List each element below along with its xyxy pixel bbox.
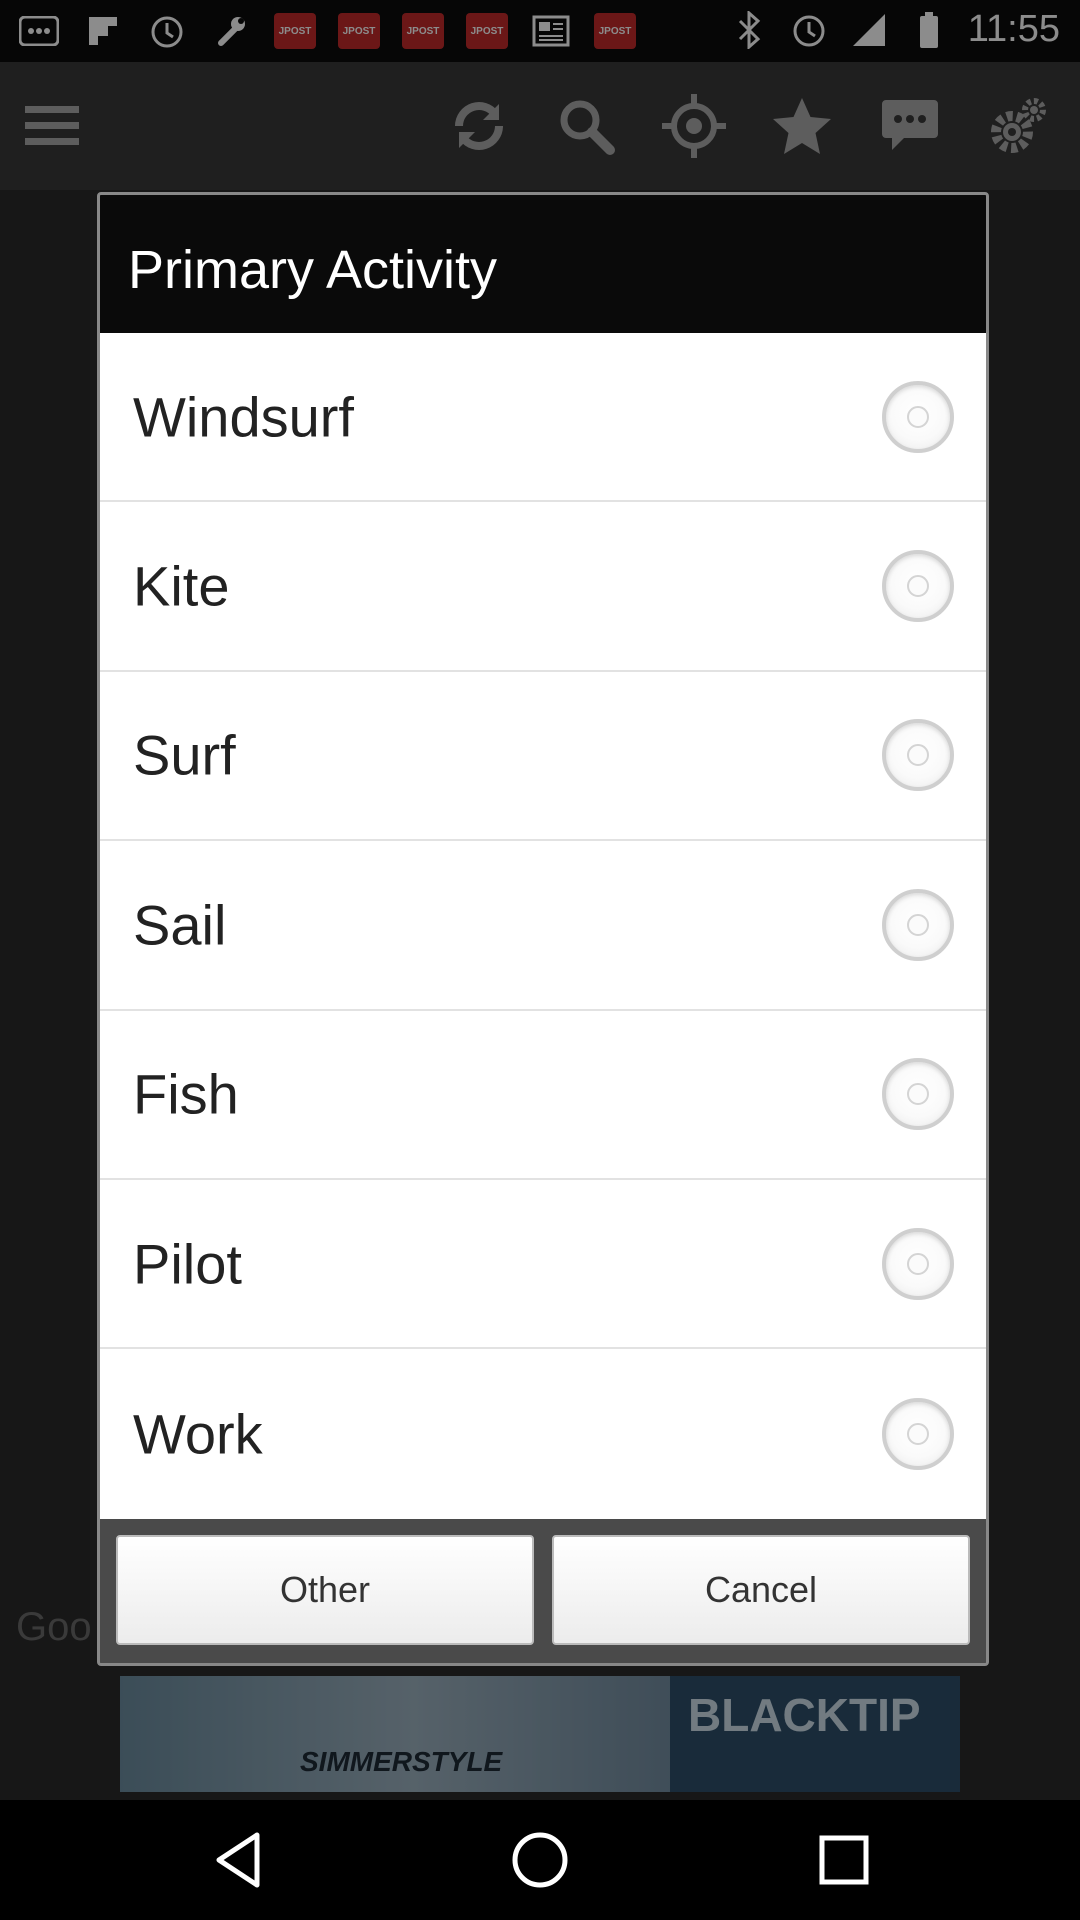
- activity-options-list: Windsurf Kite Surf Sail Fish Pilot Work: [100, 333, 986, 1519]
- dialog-title: Primary Activity: [128, 240, 498, 300]
- option-fish[interactable]: Fish: [100, 1011, 986, 1180]
- radio-button[interactable]: [882, 719, 954, 792]
- option-windsurf[interactable]: Windsurf: [100, 333, 986, 503]
- option-work[interactable]: Work: [100, 1349, 986, 1518]
- option-sail[interactable]: Sail: [100, 841, 986, 1011]
- radio-button[interactable]: [882, 550, 954, 623]
- option-surf[interactable]: Surf: [100, 672, 986, 842]
- option-label: Work: [133, 1402, 263, 1466]
- option-kite[interactable]: Kite: [100, 502, 986, 672]
- screen: JPOST JPOST JPOST JPOST JPOST 11:55 Goo …: [0, 0, 1080, 1920]
- radio-button[interactable]: [882, 888, 954, 961]
- option-label: Kite: [133, 554, 230, 618]
- cancel-button[interactable]: Cancel: [552, 1535, 970, 1645]
- back-icon[interactable]: [206, 1828, 270, 1892]
- radio-button[interactable]: [882, 1058, 954, 1131]
- dialog-header: Primary Activity: [100, 195, 986, 333]
- option-pilot[interactable]: Pilot: [100, 1180, 986, 1350]
- other-button[interactable]: Other: [116, 1535, 534, 1645]
- option-label: Fish: [133, 1062, 239, 1126]
- dialog-buttons: Other Cancel: [100, 1519, 986, 1663]
- option-label: Surf: [133, 723, 236, 787]
- radio-button[interactable]: [882, 380, 954, 453]
- navigation-bar: [0, 1800, 1080, 1920]
- radio-button[interactable]: [882, 1227, 954, 1300]
- primary-activity-dialog: Primary Activity Windsurf Kite Surf Sail…: [97, 192, 989, 1666]
- radio-button[interactable]: [882, 1398, 954, 1471]
- option-label: Sail: [133, 893, 227, 957]
- option-label: Windsurf: [133, 385, 354, 449]
- recents-icon[interactable]: [812, 1828, 876, 1892]
- home-icon[interactable]: [508, 1828, 572, 1892]
- option-label: Pilot: [133, 1232, 242, 1296]
